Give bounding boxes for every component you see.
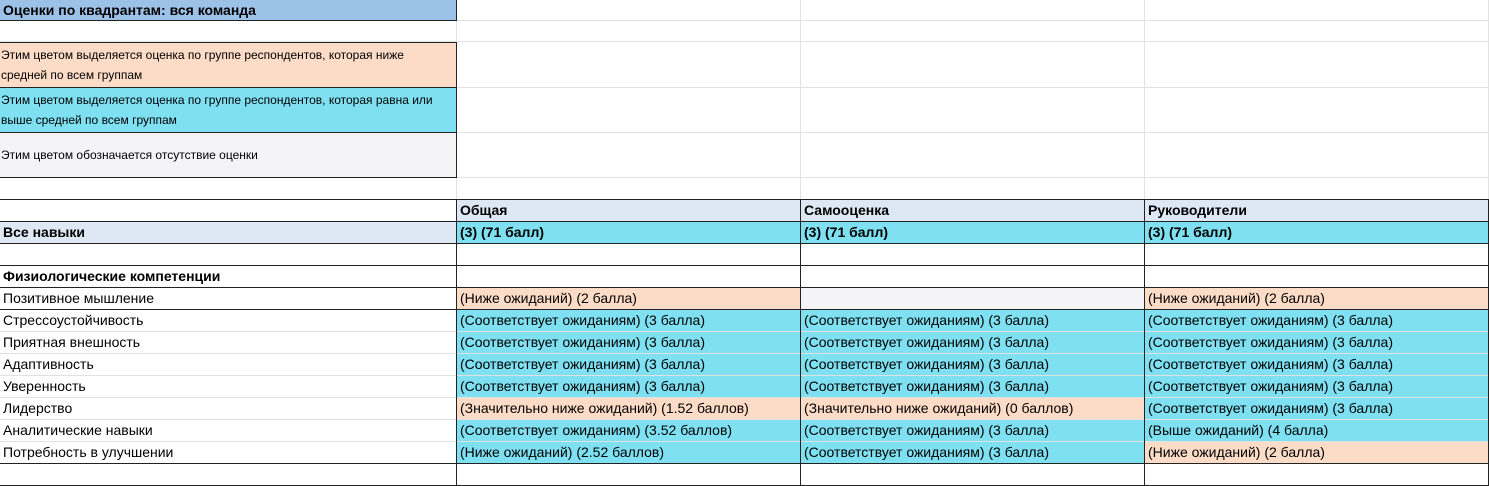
- summary-cell[interactable]: (3) (71 балл): [457, 222, 801, 244]
- score-cell[interactable]: (Соответствует ожиданиям) (3 балла): [801, 376, 1145, 398]
- column-header-managers[interactable]: Руководители: [1145, 200, 1489, 222]
- score-cell[interactable]: (Ниже ожиданий) (2.52 баллов): [457, 442, 801, 464]
- competency-label[interactable]: Аналитические навыки: [0, 420, 457, 442]
- score-cell[interactable]: (Соответствует ожиданиям) (3 балла): [1145, 398, 1489, 420]
- cell-empty[interactable]: [1145, 88, 1489, 133]
- cell-empty[interactable]: [801, 464, 1145, 486]
- sheet-title[interactable]: Оценки по квадрантам: вся команда: [0, 0, 457, 21]
- score-cell[interactable]: (Соответствует ожиданиям) (3 балла): [801, 354, 1145, 376]
- cell-empty[interactable]: [1145, 0, 1489, 21]
- grid-line: [0, 243, 1489, 244]
- competency-label[interactable]: Лидерство: [0, 398, 457, 420]
- cell-empty[interactable]: [1145, 244, 1489, 266]
- cell-empty[interactable]: [457, 42, 801, 88]
- cell-empty[interactable]: [801, 178, 1145, 200]
- score-cell[interactable]: (Соответствует ожиданиям) (3 балла): [1145, 354, 1489, 376]
- grid-line: [0, 309, 1489, 310]
- grid-line: [1144, 199, 1145, 244]
- cell-empty[interactable]: [0, 244, 457, 266]
- score-cell[interactable]: (Соответствует ожиданиям) (3 балла): [1145, 310, 1489, 332]
- grid-line: [1144, 243, 1145, 486]
- competency-label[interactable]: Позитивное мышление: [0, 288, 457, 310]
- legend-below-average[interactable]: Этим цветом выделяется оценка по группе …: [0, 42, 457, 88]
- cell-empty[interactable]: [457, 133, 801, 178]
- competency-label[interactable]: Адаптивность: [0, 354, 457, 376]
- grid-line: [0, 221, 1489, 222]
- score-cell[interactable]: (Соответствует ожиданиям) (3 балла): [801, 442, 1145, 464]
- cell-empty[interactable]: [801, 133, 1145, 178]
- score-cell[interactable]: (Значительно ниже ожиданий) (0 баллов): [801, 398, 1145, 420]
- score-cell[interactable]: (Соответствует ожиданиям) (3.52 баллов): [457, 420, 801, 442]
- summary-cell[interactable]: (3) (71 балл): [801, 222, 1145, 244]
- cell-empty[interactable]: [801, 266, 1145, 288]
- cell-empty[interactable]: [0, 178, 457, 200]
- cell-empty[interactable]: [1145, 266, 1489, 288]
- cell-empty[interactable]: [1145, 178, 1489, 200]
- cell-empty[interactable]: [1145, 464, 1489, 486]
- grid-line: [800, 199, 801, 244]
- score-cell[interactable]: (Соответствует ожиданиям) (3 балла): [457, 376, 801, 398]
- competency-label[interactable]: Уверенность: [0, 376, 457, 398]
- cell-empty[interactable]: [801, 0, 1145, 21]
- score-cell[interactable]: [801, 288, 1145, 310]
- score-cell[interactable]: (Ниже ожиданий) (2 балла): [457, 288, 801, 310]
- score-cell[interactable]: (Соответствует ожиданиям) (3 балла): [801, 310, 1145, 332]
- cell-empty[interactable]: [457, 0, 801, 21]
- score-cell[interactable]: (Соответствует ожиданиям) (3 балла): [801, 332, 1145, 354]
- cell-empty[interactable]: [801, 88, 1145, 133]
- grid-line: [0, 199, 1489, 200]
- cell-empty[interactable]: [0, 200, 457, 222]
- cell-empty[interactable]: [801, 21, 1145, 42]
- cell-empty[interactable]: [0, 464, 457, 486]
- cell-empty[interactable]: [1145, 21, 1489, 42]
- score-cell[interactable]: (Ниже ожиданий) (2 балла): [1145, 288, 1489, 310]
- score-cell[interactable]: (Соответствует ожиданиям) (3 балла): [457, 354, 801, 376]
- competency-label[interactable]: Потребность в улучшении: [0, 442, 457, 464]
- score-cell[interactable]: (Соответствует ожиданиям) (3 балла): [457, 332, 801, 354]
- cell-empty[interactable]: [457, 88, 801, 133]
- cell-empty[interactable]: [1145, 42, 1489, 88]
- score-cell[interactable]: (Соответствует ожиданиям) (3 балла): [1145, 332, 1489, 354]
- score-cell[interactable]: (Выше ожиданий) (4 балла): [1145, 420, 1489, 442]
- cell-empty[interactable]: [801, 244, 1145, 266]
- cell-empty[interactable]: [1145, 133, 1489, 178]
- grid-line: [456, 199, 457, 486]
- grid-line: [800, 243, 801, 486]
- score-cell[interactable]: (Соответствует ожиданиям) (3 балла): [1145, 376, 1489, 398]
- column-header-self[interactable]: Самооценка: [801, 200, 1145, 222]
- cell-empty[interactable]: [457, 21, 801, 42]
- spreadsheet: Оценки по квадрантам: вся команда Этим ц…: [0, 0, 1489, 486]
- section-title[interactable]: Физиологические компетенции: [0, 266, 457, 288]
- competency-label[interactable]: Стрессоустойчивость: [0, 310, 457, 332]
- grid-line: [0, 287, 1489, 288]
- cell-empty[interactable]: [457, 266, 801, 288]
- legend-no-score[interactable]: Этим цветом обозначается отсутствие оцен…: [0, 133, 457, 178]
- grid-line: [0, 265, 1489, 266]
- grid-line: [0, 463, 1489, 464]
- summary-cell[interactable]: (3) (71 балл): [1145, 222, 1489, 244]
- legend-at-or-above-average[interactable]: Этим цветом выделяется оценка по группе …: [0, 88, 457, 133]
- cell-empty[interactable]: [457, 178, 801, 200]
- score-cell[interactable]: (Ниже ожиданий) (2 балла): [1145, 442, 1489, 464]
- competency-label[interactable]: Приятная внешность: [0, 332, 457, 354]
- score-cell[interactable]: (Соответствует ожиданиям) (3 балла): [457, 310, 801, 332]
- cell-empty[interactable]: [457, 244, 801, 266]
- cell-empty[interactable]: [0, 21, 457, 42]
- summary-label[interactable]: Все навыки: [0, 222, 457, 244]
- score-cell[interactable]: (Значительно ниже ожиданий) (1.52 баллов…: [457, 398, 801, 420]
- score-cell[interactable]: (Соответствует ожиданиям) (3 балла): [801, 420, 1145, 442]
- column-header-overall[interactable]: Общая: [457, 200, 801, 222]
- cell-empty[interactable]: [801, 42, 1145, 88]
- cell-empty[interactable]: [457, 464, 801, 486]
